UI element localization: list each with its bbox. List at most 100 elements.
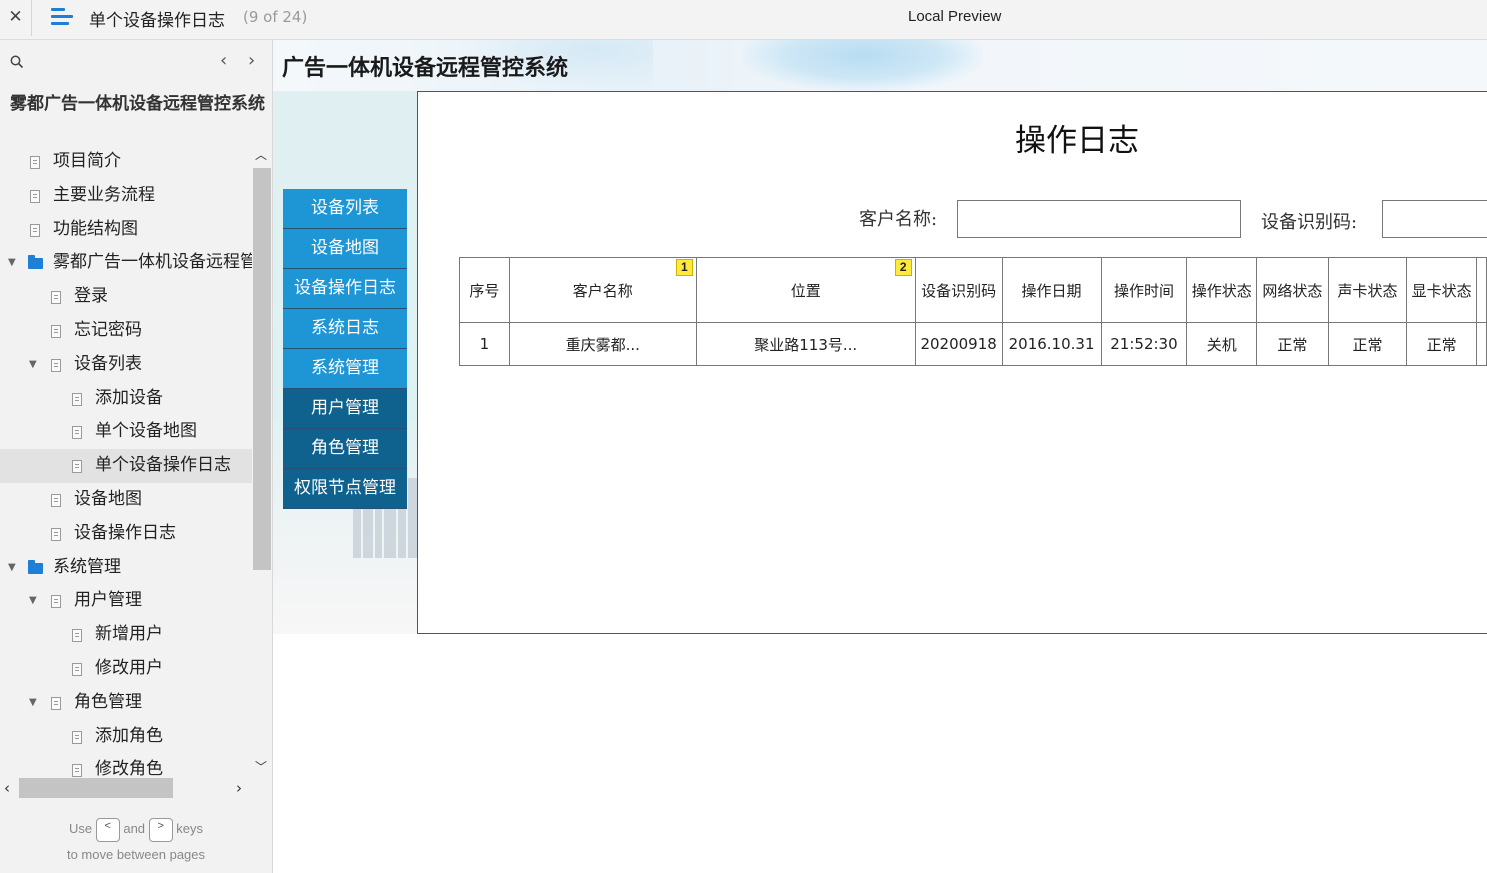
document-icon — [30, 189, 40, 203]
annotation-badge[interactable]: 1 — [675, 259, 693, 276]
tree-item[interactable]: 项目简介 — [0, 145, 252, 179]
tree-item[interactable]: 登录 — [0, 280, 252, 314]
document-icon — [51, 324, 61, 338]
left-panel: 设备列表 设备地图 设备操作日志 系统日志 系统管理 用户管理 角色管理 权限节点管理 — [273, 91, 417, 634]
column-header — [1475, 257, 1487, 323]
tree-scrollbar-thumb[interactable] — [253, 168, 271, 570]
nav-button[interactable]: 系统日志 — [283, 309, 407, 349]
tree-item[interactable]: 单个设备操作日志 — [0, 449, 252, 483]
document-icon — [51, 291, 61, 305]
preview-label: Local Preview — [908, 8, 1002, 25]
nav-button[interactable]: 设备列表 — [283, 189, 407, 229]
tree-item[interactable]: 新增用户 — [0, 618, 252, 652]
hamburger-menu-icon[interactable] — [51, 8, 73, 26]
project-title: 雾都广告一体机设备远程管控系统 — [10, 94, 265, 114]
nav-button[interactable]: 角色管理 — [283, 429, 407, 469]
document-icon — [72, 662, 82, 676]
tree-item[interactable]: ▼ 设备列表 — [0, 348, 252, 382]
horizontal-scrollbar-thumb[interactable] — [19, 778, 173, 798]
folder-icon — [28, 255, 43, 270]
tree-item-label: 功能结构图 — [53, 218, 138, 239]
column-header: 设备识别码 — [914, 257, 1003, 323]
expand-caret-icon[interactable]: ▼ — [8, 246, 16, 280]
column-header-label: 客户名称 — [572, 281, 633, 300]
help-keys: keys — [176, 821, 204, 836]
search-icon[interactable] — [10, 55, 24, 69]
left-nav-menu: 设备列表 设备地图 设备操作日志 系统日志 系统管理 用户管理 角色管理 权限节点管理 — [283, 189, 407, 509]
tree-item[interactable]: 忘记密码 — [0, 314, 252, 348]
tree-item-label: 修改用户 — [95, 657, 163, 678]
page-count: (9 of 24) — [243, 8, 308, 26]
help-use: Use — [68, 821, 93, 836]
nav-button[interactable]: 用户管理 — [283, 389, 407, 429]
main-title: 操作日志 — [1015, 123, 1139, 159]
tree-item-label: 雾都广告一体机设备远程管控系统 — [53, 252, 252, 273]
tree-item[interactable]: ▼ 雾都广告一体机设备远程管控系统 — [0, 246, 252, 280]
scroll-down-icon[interactable]: ﹀ — [255, 758, 267, 775]
tree-item[interactable]: 修改角色 — [0, 753, 252, 778]
table-cell: 2016.10.31 — [1001, 322, 1102, 366]
tree-item[interactable]: ▼ 用户管理 — [0, 584, 252, 618]
nav-button[interactable]: 权限节点管理 — [283, 469, 407, 509]
tree-item[interactable]: 单个设备地图 — [0, 415, 252, 449]
nav-button[interactable]: 设备操作日志 — [283, 269, 407, 309]
document-icon — [72, 730, 82, 744]
tree-item[interactable]: 修改用户 — [0, 652, 252, 686]
main-panel: 操作日志 客户名称: 设备识别码: 序号 客户名称 1 位置 2 设备识别码 操作日期 操作时… — [417, 91, 1487, 634]
document-icon — [30, 156, 40, 169]
prev-page-button[interactable]: ‹ — [220, 50, 227, 71]
tree-item[interactable]: ▼ 角色管理 — [0, 686, 252, 720]
customer-name-label: 客户名称: — [859, 209, 938, 230]
column-header: 操作状态 — [1186, 257, 1258, 323]
tree-item[interactable]: 添加角色 — [0, 720, 252, 754]
close-button[interactable]: ✕ — [0, 0, 31, 36]
expand-caret-icon[interactable]: ▼ — [29, 348, 37, 382]
scroll-right-icon[interactable]: › — [236, 779, 242, 797]
column-header: 操作时间 — [1100, 257, 1188, 323]
column-header: 位置 2 — [695, 257, 916, 323]
tree-item-label: 登录 — [74, 286, 108, 307]
table-cell: 重庆雾都... — [508, 322, 697, 366]
expand-caret-icon[interactable]: ▼ — [8, 551, 16, 585]
document-icon — [72, 629, 82, 643]
next-page-button[interactable]: › — [248, 50, 255, 71]
tree-item[interactable]: 设备操作日志 — [0, 517, 252, 551]
nav-button[interactable]: 设备地图 — [283, 229, 407, 269]
column-header-label: 声卡状态 — [1337, 281, 1398, 300]
page-tree: 项目简介主要业务流程功能结构图 ▼ 雾都广告一体机设备远程管控系统登录忘记密码 ▼ 设备… — [0, 145, 252, 778]
device-code-input[interactable] — [1382, 200, 1487, 238]
tree-item-label: 用户管理 — [74, 590, 142, 611]
tree-item[interactable]: 主要业务流程 — [0, 179, 252, 213]
document-icon — [51, 527, 61, 541]
operation-log-table: 序号 客户名称 1 位置 2 设备识别码 操作日期 操作时间 操作状态 网络状态 声卡状态 显卡状态 … — [459, 257, 1487, 366]
table-cell: 关机 — [1186, 322, 1258, 366]
document-icon — [51, 696, 61, 710]
tree-item[interactable]: ▼ 系统管理 — [0, 551, 252, 585]
scroll-left-icon[interactable]: ‹ — [4, 779, 10, 797]
tree-item-label: 忘记密码 — [74, 319, 142, 340]
tree-item-label: 添加角色 — [95, 725, 163, 746]
customer-name-input[interactable] — [957, 200, 1241, 238]
tree-item-label: 设备地图 — [74, 488, 142, 509]
document-icon — [51, 493, 61, 507]
expand-caret-icon[interactable]: ▼ — [29, 686, 37, 720]
table-cell: 20200918 — [914, 322, 1003, 366]
device-code-label: 设备识别码: — [1261, 212, 1358, 233]
tree-item-label: 新增用户 — [95, 624, 163, 645]
folder-icon — [28, 559, 43, 574]
next-key-icon: > — [148, 817, 173, 842]
tree-item[interactable]: 功能结构图 — [0, 213, 252, 247]
sidebar: ‹ › 雾都广告一体机设备远程管控系统 项目简介 主要业务流程功能结构图 ▼ 雾都广告… — [0, 40, 273, 873]
table-cell: 正常 — [1406, 322, 1477, 366]
nav-button[interactable]: 系统管理 — [283, 349, 407, 389]
scroll-up-icon[interactable]: ︿ — [255, 146, 267, 163]
annotation-badge[interactable]: 2 — [894, 259, 912, 276]
help-line2: to move between pages — [66, 846, 206, 862]
banner-map-shape — [743, 40, 983, 91]
tree-item[interactable]: 设备地图 — [0, 483, 252, 517]
help-and: and — [123, 821, 146, 836]
tree-item[interactable]: 添加设备 — [0, 382, 252, 416]
column-header: 声卡状态 — [1327, 257, 1408, 323]
expand-caret-icon[interactable]: ▼ — [29, 584, 37, 618]
column-header-label: 设备识别码 — [921, 281, 997, 300]
